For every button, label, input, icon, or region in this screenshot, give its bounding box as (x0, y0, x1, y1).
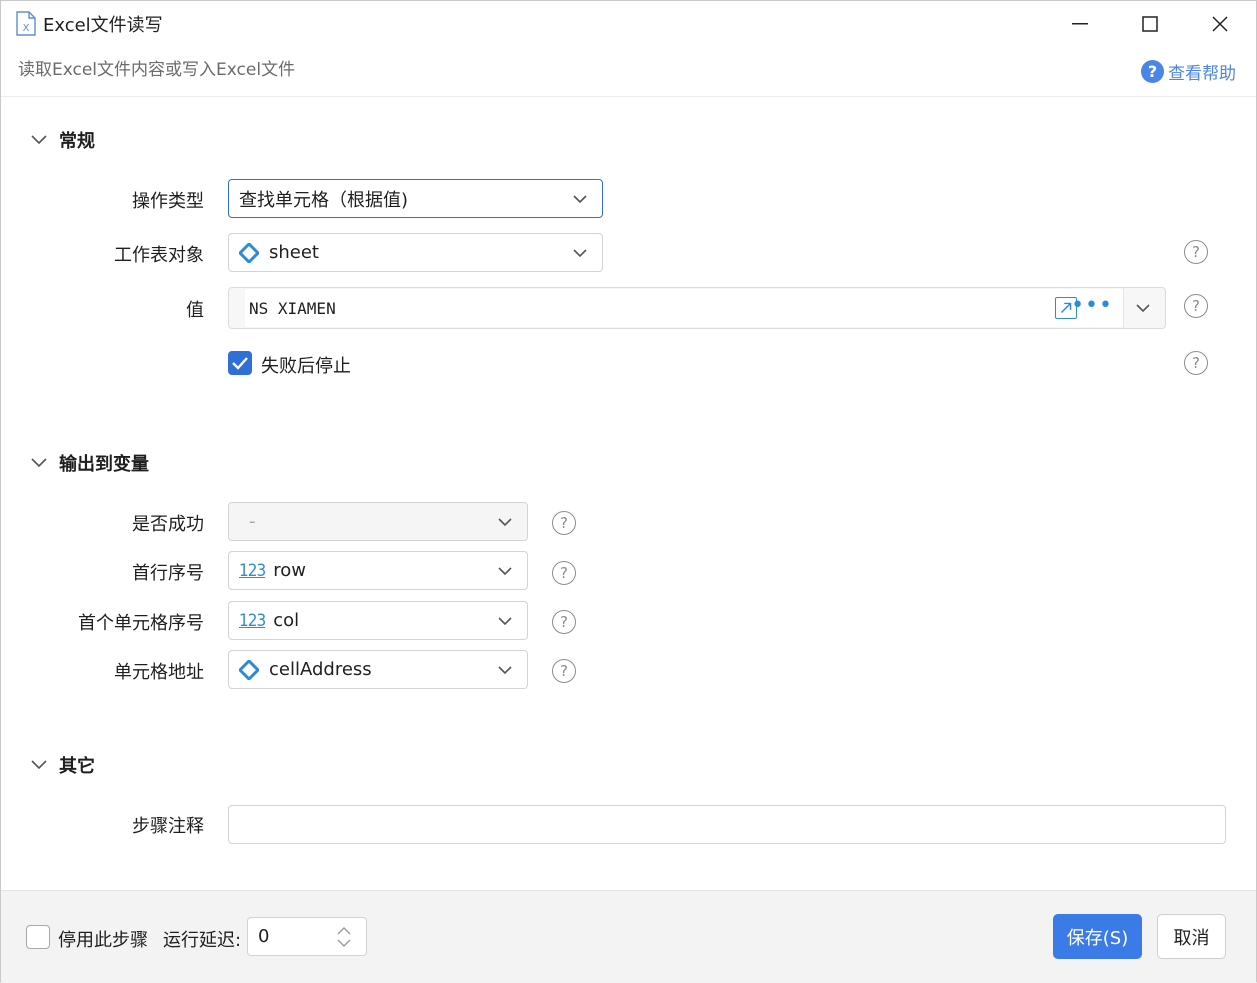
section-general-header[interactable]: 常规 (31, 127, 95, 153)
disable-step-label: 停用此步骤 (58, 930, 148, 951)
cell-address-value: cellAddress (269, 659, 372, 680)
success-value: - (249, 511, 256, 532)
value-label: 值 (186, 300, 204, 321)
help-link-label: 查看帮助 (1168, 64, 1236, 84)
step-note-input[interactable] (228, 805, 1226, 844)
chevron-down-icon (498, 616, 512, 625)
variable-diamond-icon (239, 242, 259, 263)
svg-text:X: X (23, 23, 30, 34)
close-window-button[interactable] (1197, 5, 1243, 43)
success-select[interactable]: - (228, 502, 528, 541)
value-input-box: NS XIAMEN ••• (228, 287, 1166, 329)
cell-address-help-icon[interactable]: ? (552, 659, 576, 683)
operation-type-value: 查找单元格（根据值) (239, 189, 409, 211)
help-link[interactable]: ? 查看帮助 (1141, 59, 1236, 84)
chevron-down-icon (498, 566, 512, 575)
first-cell-help-icon[interactable]: ? (552, 610, 576, 634)
cancel-button[interactable]: 取消 (1157, 914, 1226, 959)
excel-dialog-window: X Excel文件读写 读取Excel文件内容或写入Excel文件 ? 查看帮助… (0, 0, 1257, 983)
close-icon (1212, 16, 1228, 32)
cell-address-label: 单元格地址 (114, 662, 204, 683)
number-type-icon: 123 (239, 560, 266, 581)
section-other-title: 其它 (59, 756, 95, 777)
section-output-header[interactable]: 输出到变量 (31, 450, 149, 476)
more-options-icon[interactable]: ••• (1071, 295, 1113, 317)
run-delay-stepper[interactable]: 0 (247, 917, 367, 956)
help-icon: ? (1141, 60, 1164, 83)
worksheet-label: 工作表对象 (114, 245, 204, 266)
first-row-select[interactable]: 123 row (228, 551, 528, 590)
first-row-label: 首行序号 (132, 563, 204, 584)
first-cell-value: col (273, 610, 300, 631)
worksheet-select[interactable]: sheet (228, 233, 603, 272)
worksheet-help-icon[interactable]: ? (1184, 240, 1208, 264)
stop-on-fail-help-icon[interactable]: ? (1184, 351, 1208, 375)
save-button[interactable]: 保存(S) (1053, 914, 1142, 959)
disable-step-checkbox[interactable] (26, 925, 50, 949)
value-input[interactable]: NS XIAMEN (245, 289, 1123, 327)
title-bar: X Excel文件读写 (1, 1, 1256, 47)
value-help-icon[interactable]: ? (1184, 294, 1208, 318)
chevron-down-icon (573, 248, 587, 257)
header-divider (1, 96, 1256, 97)
first-cell-label: 首个单元格序号 (78, 613, 204, 634)
chevron-down-icon (31, 135, 47, 145)
dialog-subtitle: 读取Excel文件内容或写入Excel文件 (18, 60, 296, 80)
operation-type-label: 操作类型 (132, 191, 204, 212)
stop-on-fail-label: 失败后停止 (261, 356, 351, 377)
chevron-down-icon (31, 458, 47, 468)
chevron-down-icon (31, 760, 47, 770)
number-type-icon: 123 (239, 610, 266, 631)
section-output-title: 输出到变量 (59, 454, 149, 475)
window-title: Excel文件读写 (43, 15, 163, 36)
chevron-down-icon (498, 665, 512, 674)
chevron-down-icon (573, 194, 587, 203)
success-label: 是否成功 (132, 514, 204, 535)
checkmark-icon (232, 357, 248, 370)
first-row-help-icon[interactable]: ? (552, 561, 576, 585)
section-other-header[interactable]: 其它 (31, 752, 95, 778)
run-delay-label: 运行延迟: (163, 930, 242, 951)
excel-file-icon: X (16, 11, 36, 36)
value-text: NS XIAMEN (249, 298, 336, 318)
variable-diamond-icon (239, 659, 259, 680)
first-row-value: row (273, 560, 306, 581)
stepper-arrows-icon[interactable] (336, 926, 352, 948)
first-cell-select[interactable]: 123 col (228, 601, 528, 640)
stop-on-fail-checkbox[interactable] (228, 351, 252, 375)
step-note-label: 步骤注释 (132, 816, 204, 837)
value-dropdown-button[interactable] (1123, 288, 1165, 328)
chevron-down-icon (1136, 304, 1150, 313)
success-help-icon[interactable]: ? (552, 511, 576, 535)
minimize-button[interactable] (1057, 5, 1103, 43)
cell-address-select[interactable]: cellAddress (228, 650, 528, 689)
minimize-icon (1072, 23, 1088, 25)
worksheet-value: sheet (269, 242, 319, 263)
maximize-icon (1142, 16, 1158, 32)
run-delay-value: 0 (258, 926, 270, 947)
operation-type-select[interactable]: 查找单元格（根据值) (228, 179, 603, 218)
maximize-button[interactable] (1127, 5, 1173, 43)
section-general-title: 常规 (59, 131, 95, 152)
dialog-footer: 停用此步骤 运行延迟: 0 保存(S) 取消 (1, 890, 1256, 983)
chevron-down-icon (498, 517, 512, 526)
